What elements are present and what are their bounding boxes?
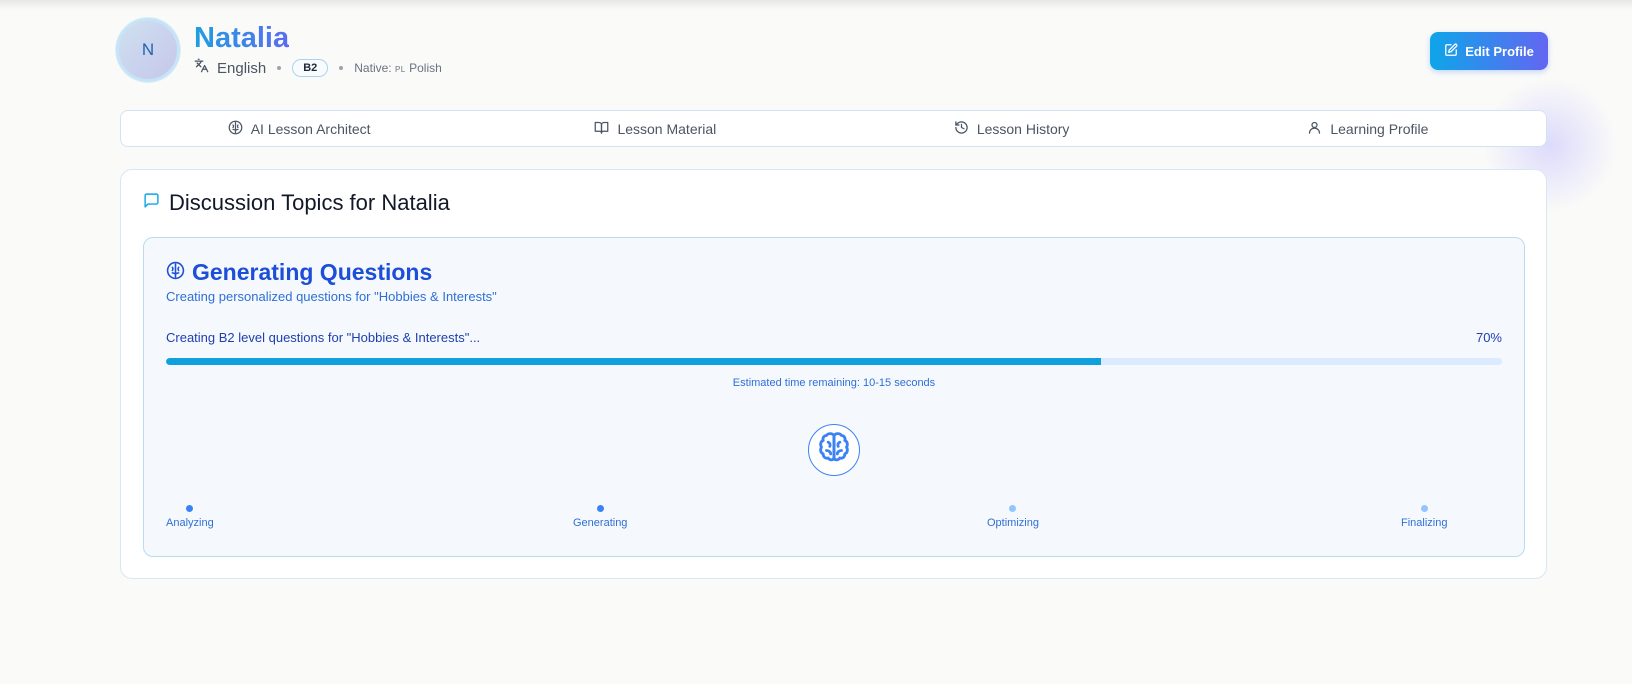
step-generating: Generating xyxy=(573,505,627,529)
estimated-time: Estimated time remaining: 10-15 seconds xyxy=(732,377,936,389)
step-label: Generating xyxy=(573,517,628,529)
avatar: N xyxy=(116,18,180,82)
message-square-icon xyxy=(143,192,160,214)
translate-icon xyxy=(194,58,209,78)
generation-panel: Generating Questions Creating personaliz… xyxy=(143,237,1525,557)
book-open-icon xyxy=(594,120,609,138)
student-meta: English B2 Native: PL Polish xyxy=(194,58,442,78)
progress-percent: 70% xyxy=(1475,330,1502,345)
step-label: Optimizing xyxy=(987,517,1039,529)
tab-learning-profile[interactable]: Learning Profile xyxy=(1190,111,1546,146)
main-tabs: AI Lesson Architect Lesson Material Less… xyxy=(120,110,1547,147)
tab-ai-lesson-architect[interactable]: AI Lesson Architect xyxy=(121,111,477,146)
generation-title: Generating Questions xyxy=(192,259,433,285)
generation-header: Generating Questions xyxy=(166,259,432,286)
student-header: N Natalia English B2 Native: PL Polish E… xyxy=(116,18,1548,84)
step-dot xyxy=(596,505,604,512)
student-name: Natalia xyxy=(194,22,290,54)
separator-dot xyxy=(277,66,282,70)
history-icon xyxy=(954,120,969,138)
level-badge: B2 xyxy=(292,59,329,77)
brain-icon xyxy=(166,261,185,285)
card-header: Discussion Topics for Natalia xyxy=(143,190,450,216)
edit-profile-label: Edit Profile xyxy=(1465,43,1534,59)
tab-lesson-material[interactable]: Lesson Material xyxy=(477,111,833,146)
step-dot xyxy=(1009,505,1017,512)
step-analyzing: Analyzing xyxy=(166,505,214,529)
flag-icon: PL xyxy=(394,65,406,74)
native-language: Native: PL Polish xyxy=(354,61,442,75)
discussion-topics-card: Discussion Topics for Natalia Generating… xyxy=(120,169,1547,579)
tab-lesson-history[interactable]: Lesson History xyxy=(834,111,1190,146)
tab-label: Lesson Material xyxy=(617,120,717,137)
generation-subtitle: Creating personalized questions for "Hob… xyxy=(166,289,497,304)
step-dot xyxy=(186,505,194,512)
step-optimizing: Optimizing xyxy=(987,505,1039,529)
brain-icon xyxy=(814,428,854,473)
top-shadow xyxy=(0,0,1632,10)
edit-profile-button[interactable]: Edit Profile xyxy=(1430,32,1548,70)
step-dot xyxy=(1420,505,1428,512)
tab-label: Learning Profile xyxy=(1330,120,1429,137)
progress-bar xyxy=(166,358,1502,365)
target-language: English xyxy=(217,59,267,77)
loading-brain-indicator xyxy=(808,424,860,476)
step-label: Analyzing xyxy=(166,517,214,529)
user-icon xyxy=(1307,120,1322,138)
tab-label: AI Lesson Architect xyxy=(250,120,371,137)
edit-icon xyxy=(1444,43,1458,60)
native-label: Native: xyxy=(354,61,392,75)
step-label: Finalizing xyxy=(1401,517,1448,529)
step-finalizing: Finalizing xyxy=(1401,505,1447,529)
progress-bar-fill xyxy=(166,358,1102,365)
brain-icon xyxy=(228,120,243,138)
separator-dot xyxy=(339,66,344,70)
native-language-name: Polish xyxy=(409,61,442,75)
progress-label: Creating B2 level questions for "Hobbies… xyxy=(166,330,481,345)
tab-label: Lesson History xyxy=(976,120,1070,137)
card-title: Discussion Topics for Natalia xyxy=(169,190,450,215)
